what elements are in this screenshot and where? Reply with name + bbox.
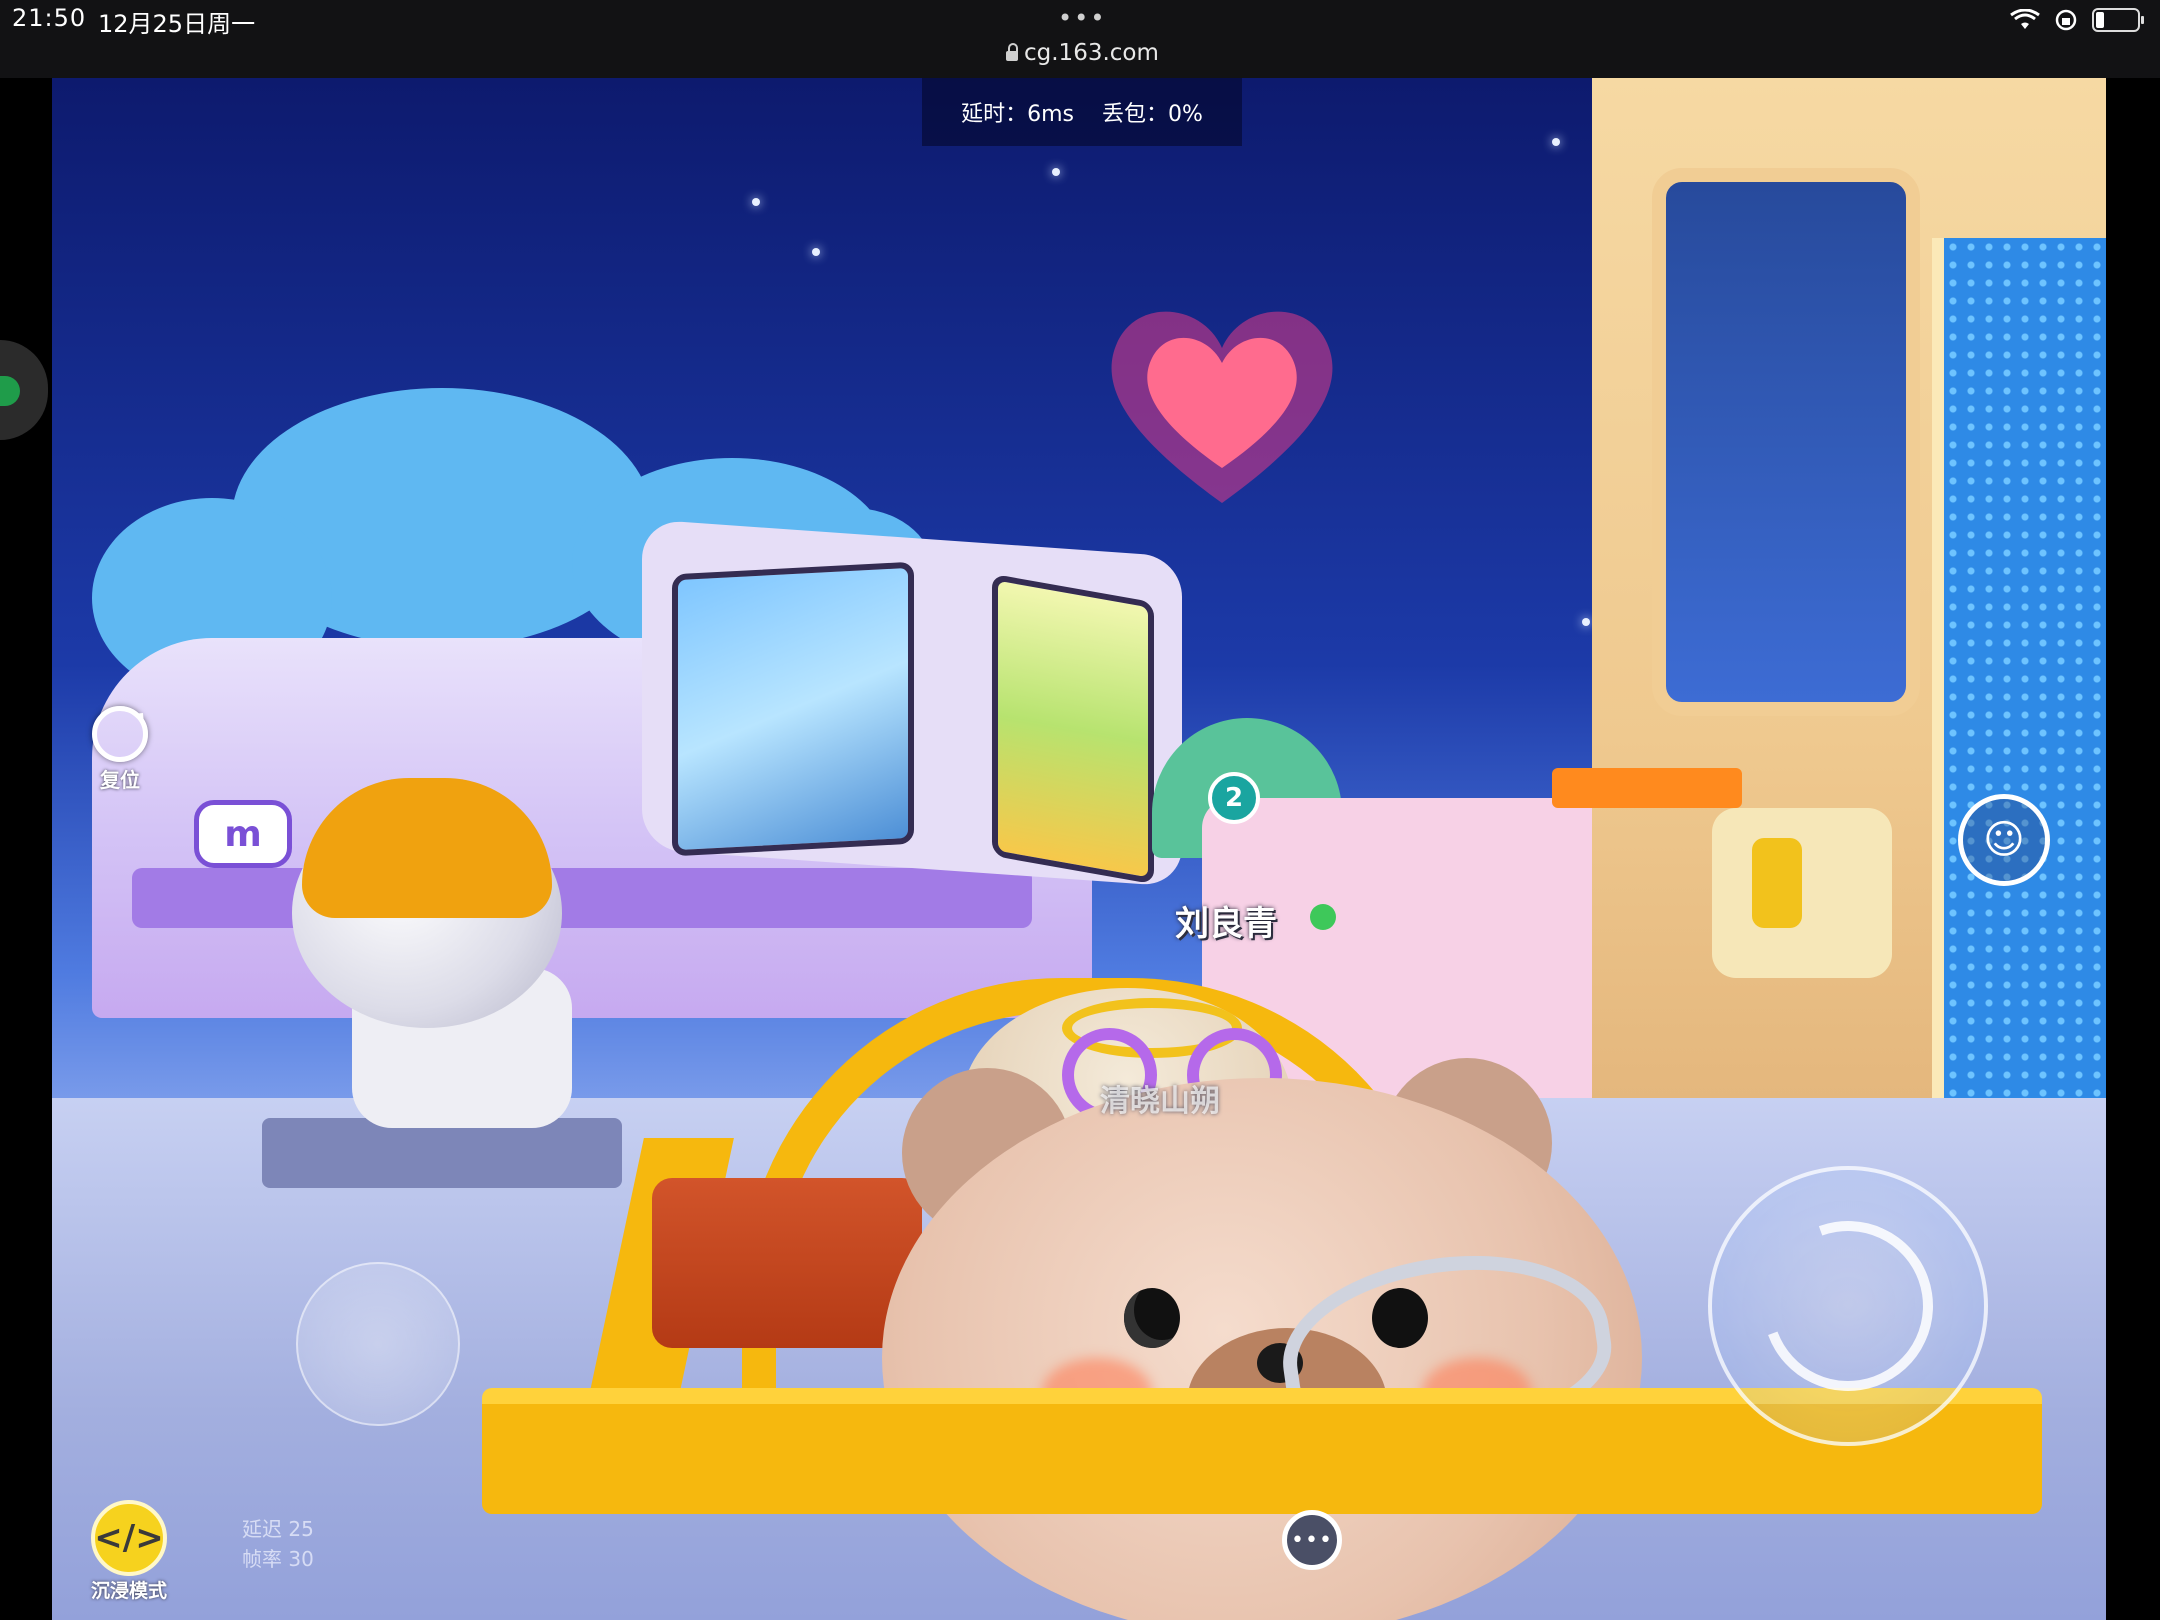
battery-icon [2092,8,2144,32]
cart-drum [652,1178,922,1348]
poster-right [992,573,1154,885]
poster-left [672,561,914,857]
immersive-icon: </> [91,1500,167,1576]
machine-button [1752,838,1802,928]
status-time: 21:50 [12,4,87,32]
immersive-mode-button[interactable]: </> 沉浸模式 [84,1500,174,1603]
star [1582,618,1590,626]
jump-action-button[interactable] [1708,1166,1988,1446]
url-text: cg.163.com [1024,40,1159,66]
machine-box [1712,808,1892,978]
star [752,198,760,206]
player-name-main: 刘良青 [1175,904,1277,944]
refresh-icon [92,706,148,762]
star [812,248,820,256]
reset-button[interactable]: 复位 [88,706,152,793]
orange-shelf [1552,768,1742,808]
wifi-icon [2010,9,2040,29]
lock-icon [1006,43,1018,61]
chat-button[interactable]: ••• [1282,1510,1342,1570]
immersive-label: 沉浸模式 [90,1580,167,1602]
url-bar[interactable]: cg.163.com [1006,40,1159,66]
clover-icon [1310,904,1336,930]
latency-text: 延时：6ms [961,102,1074,127]
bear-eye [1124,1288,1180,1348]
chat-icon: ••• [1291,1527,1333,1553]
star [1552,138,1560,146]
statue-plinth [262,1118,622,1188]
tower-panel [1932,238,2106,1178]
reset-label: 复位 [100,768,140,792]
jump-icon [1735,1193,1961,1419]
status-date: 12月25日周一 [98,10,256,38]
packet-loss-text: 丢包：0% [1101,102,1203,127]
emote-icon: ☺ [1983,817,2025,863]
network-info: 延时：6ms 丢包：0% [922,78,1242,146]
more-dots-icon[interactable]: ••• [1058,4,1106,32]
player-count-badge: 2 [1208,772,1260,824]
side-menu-handle[interactable] [0,340,48,440]
perf-fps: 帧率 30 [242,1547,314,1571]
heart-icon [1111,311,1333,503]
status-bar: 21:50 12月25日周一 ••• cg.163.com [0,0,2160,78]
building-strip [132,868,1032,928]
star [1052,168,1060,176]
rotation-lock-icon [2055,9,2077,31]
performance-stats: 延迟 25 帧率 30 [242,1514,314,1574]
tower-window [1652,168,1920,716]
perf-latency: 延迟 25 [242,1517,314,1541]
movement-joystick[interactable] [296,1262,460,1426]
emote-button[interactable]: ☺ [1958,794,2050,886]
player-name-sub: 清晓山朔 [1100,1084,1220,1119]
status-icons [2010,8,2144,32]
building-sign: m [194,800,292,868]
status-dot-icon [0,376,20,406]
